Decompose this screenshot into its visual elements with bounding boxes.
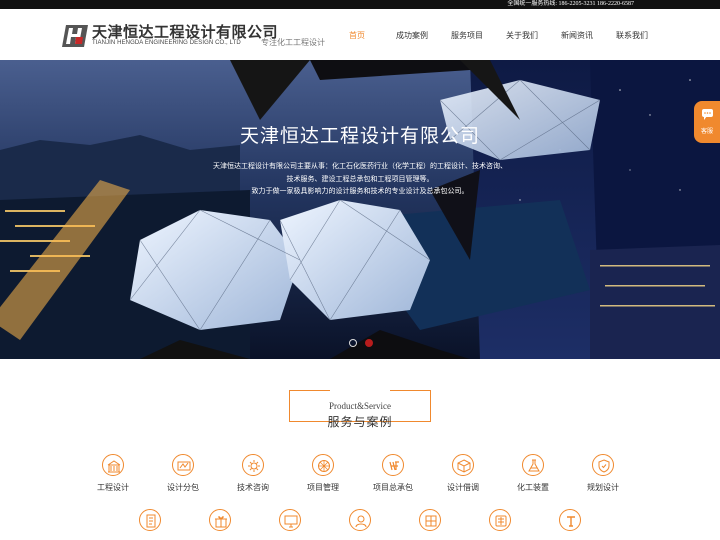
carousel-dot-2[interactable] — [365, 339, 373, 347]
service-chemical-equipment[interactable]: 化工装置 — [493, 454, 573, 494]
top-bar: 全国统一服务热线: 186-2205-3231 186-2220-6587 — [0, 0, 720, 9]
chat-icon — [702, 109, 713, 120]
service-design-secondment[interactable]: 设计借调 — [423, 454, 503, 494]
document-icon — [139, 509, 161, 531]
customer-service-button[interactable]: 客服 — [694, 101, 720, 143]
service-planning-design[interactable]: 规划设计 — [563, 454, 643, 494]
hero-banner[interactable]: 天津恒达工程设计有限公司 天津恒达工程设计有限公司主要从事：化工石化医药行业（化… — [0, 60, 720, 359]
hero-title: 天津恒达工程设计有限公司 — [239, 126, 480, 147]
service-item-row2-6[interactable] — [460, 509, 540, 540]
person-icon — [349, 509, 371, 531]
service-project-management[interactable]: 项目管理 — [283, 454, 363, 494]
section-title-english: Product&Service — [329, 401, 391, 411]
service-general-contracting[interactable]: 项目总承包 — [353, 454, 433, 494]
service-item-row2-4[interactable] — [320, 509, 400, 540]
company-slogan: 专注化工工程设计 — [261, 38, 325, 47]
contract-icon — [382, 454, 404, 476]
building-icon — [102, 454, 124, 476]
service-item-row2-1[interactable] — [110, 509, 190, 540]
company-name-english: TIANJIN HENGDA ENGINEERING DESIGN CO., L… — [92, 40, 241, 46]
nav-home[interactable]: 首页 — [349, 30, 365, 41]
shield-icon — [592, 454, 614, 476]
nav-services[interactable]: 服务项目 — [451, 30, 483, 41]
stamp-icon — [489, 509, 511, 531]
hero-description-line-2: 技术服务、建设工程总承包和工程项目管理等。 — [286, 176, 434, 183]
monitor-icon — [279, 509, 301, 531]
hero-description-line-3: 致力于做一家极具影响力的设计服务和技术的专业设计及总承包公司。 — [251, 188, 469, 195]
nav-about[interactable]: 关于我们 — [506, 30, 538, 41]
hotline-text: 全国统一服务热线: 186-2205-3231 186-2220-6587 — [507, 1, 634, 7]
service-engineering-design[interactable]: 工程设计 — [73, 454, 153, 494]
gift-icon — [209, 509, 231, 531]
page-root: 全国统一服务热线: 186-2205-3231 186-2220-6587 天津… — [0, 0, 720, 540]
section-title: 服务与案例 — [327, 415, 393, 429]
nav-news[interactable]: 新闻资讯 — [561, 30, 593, 41]
nav-cases[interactable]: 成功案例 — [396, 30, 428, 41]
gear-icon — [242, 454, 264, 476]
box-icon — [452, 454, 474, 476]
company-name[interactable]: 天津恒达工程设计有限公司 — [92, 21, 278, 42]
lab-icon — [522, 454, 544, 476]
service-item-row2-5[interactable] — [390, 509, 470, 540]
service-design-subcontract[interactable]: 设计分包 — [143, 454, 223, 494]
site-header: 天津恒达工程设计有限公司 TIANJIN HENGDA ENGINEERING … — [0, 9, 720, 60]
service-item-row2-7[interactable] — [530, 509, 610, 540]
company-logo-icon[interactable] — [62, 25, 88, 47]
service-technical-consulting[interactable]: 技术咨询 — [213, 454, 293, 494]
service-item-row2-2[interactable] — [180, 509, 260, 540]
hero-background-image — [0, 60, 720, 359]
grid-icon — [419, 509, 441, 531]
carousel-dot-1[interactable] — [349, 339, 357, 347]
hero-description-line-1: 天津恒达工程设计有限公司主要从事：化工石化医药行业（化学工程）的工程设计、技术咨… — [213, 163, 507, 170]
customer-service-label: 客服 — [700, 129, 713, 135]
pinwheel-icon — [312, 454, 334, 476]
service-item-row2-3[interactable] — [250, 509, 330, 540]
nav-contact[interactable]: 联系我们 — [616, 30, 648, 41]
blueprint-icon — [172, 454, 194, 476]
text-icon — [559, 509, 581, 531]
